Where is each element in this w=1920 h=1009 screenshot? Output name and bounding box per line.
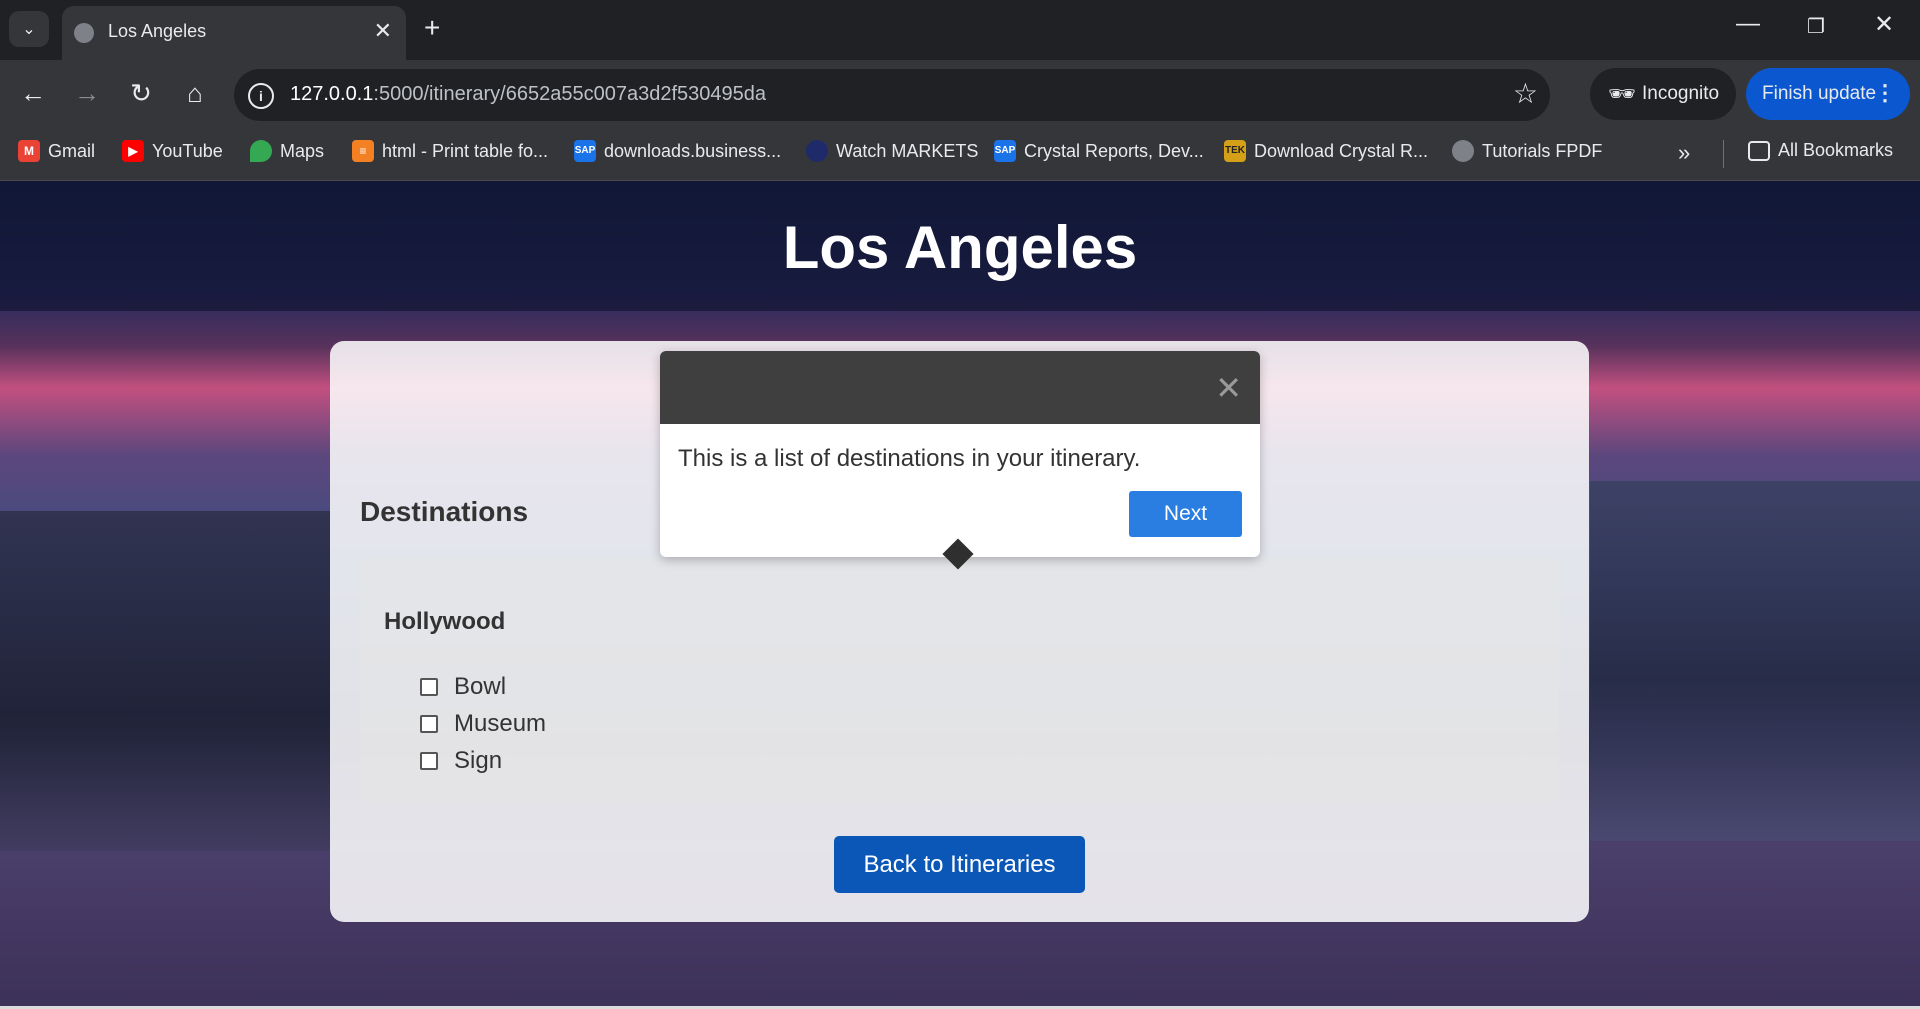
popover-text: This is a list of destinations in your i… <box>678 445 1141 472</box>
bookmark-label: Gmail <box>48 140 96 161</box>
popover-header: ✕ <box>660 351 1260 424</box>
tab-search-button[interactable]: ⌄ <box>9 11 49 47</box>
all-bookmarks-button[interactable]: All Bookmarks <box>1748 140 1893 161</box>
checkbox[interactable] <box>420 678 438 696</box>
destination-item-label: Sign <box>454 747 503 774</box>
bookmark-label: Watch MARKETS <box>836 140 979 161</box>
checkbox[interactable] <box>420 752 438 770</box>
browser-toolbar: ← → ↻ ⌂ i 127.0.0.1:5000/itinerary/6652a… <box>0 60 1920 128</box>
bookmarks-bar: M Gmail ▶ YouTube Maps ≡ html - Print table… <box>0 128 1920 181</box>
incognito-icon: 🕶 <box>1608 81 1636 106</box>
destination-item-label: Bowl <box>454 673 507 700</box>
tab-strip: ⌄ Los Angeles ✕ + — ❐ ✕ <box>0 0 1920 60</box>
site-info-icon[interactable]: i <box>248 83 274 109</box>
destination-item[interactable]: Sign <box>420 747 502 775</box>
next-button[interactable]: Next <box>1129 491 1242 537</box>
gmail-icon: M <box>18 140 40 162</box>
destination-panel: Hollywood Bowl Museum Sign <box>360 558 1559 804</box>
url-text[interactable]: 127.0.0.1:5000/itinerary/6652a55c007a3d2… <box>290 83 766 106</box>
page-viewport: Los Angeles Destinations Hollywood Bowl … <box>0 181 1920 1009</box>
back-to-itineraries-button[interactable]: Back to Itineraries <box>834 836 1085 893</box>
minimize-button[interactable]: — <box>1728 10 1768 38</box>
bookmark-gmail[interactable]: M Gmail <box>18 140 95 162</box>
home-icon[interactable]: ⌂ <box>178 78 212 109</box>
finish-update-label: Finish update <box>1762 83 1877 104</box>
sap-icon: SAP <box>994 140 1016 162</box>
bookmark-youtube[interactable]: ▶ YouTube <box>122 140 223 162</box>
checkbox[interactable] <box>420 715 438 733</box>
bookmark-stackoverflow[interactable]: ≡ html - Print table fo... <box>352 140 548 162</box>
markets-icon <box>806 140 828 162</box>
incognito-label: Incognito <box>1642 83 1720 104</box>
skyline-right-image <box>1590 481 1920 841</box>
forward-icon[interactable]: → <box>70 78 104 109</box>
bookmark-label: Crystal Reports, Dev... <box>1024 140 1204 161</box>
bookmark-crystal-reports[interactable]: SAP Crystal Reports, Dev... <box>994 140 1204 162</box>
window-close-button[interactable]: ✕ <box>1864 10 1904 39</box>
bookmark-download-crystal[interactable]: TEK Download Crystal R... <box>1224 140 1428 162</box>
bookmark-maps[interactable]: Maps <box>250 140 324 162</box>
bookmark-label: YouTube <box>152 140 223 161</box>
destination-item-label: Museum <box>454 710 547 737</box>
maps-icon <box>250 140 272 162</box>
globe-icon <box>1452 140 1474 162</box>
bookmark-star-icon[interactable]: ☆ <box>1513 77 1538 110</box>
finish-update-button[interactable]: Finish update ⋮ <box>1746 68 1910 120</box>
skyline-left-image <box>0 511 330 851</box>
restore-button[interactable]: ❐ <box>1796 14 1836 39</box>
globe-icon <box>74 23 94 43</box>
new-tab-button[interactable]: + <box>424 12 440 44</box>
tek-icon: TEK <box>1224 140 1246 162</box>
destinations-heading: Destinations <box>360 496 529 527</box>
destination-name: Hollywood <box>384 608 506 635</box>
sap-icon: SAP <box>574 140 596 162</box>
bookmark-label: Download Crystal R... <box>1254 140 1429 161</box>
bookmark-label: Tutorials FPDF <box>1482 140 1603 161</box>
back-icon[interactable]: ← <box>16 78 50 109</box>
browser-tab[interactable]: Los Angeles ✕ <box>62 6 406 60</box>
bookmark-downloads-business[interactable]: SAP downloads.business... <box>574 140 781 162</box>
address-bar[interactable]: i 127.0.0.1:5000/itinerary/6652a55c007a3… <box>234 69 1550 121</box>
all-bookmarks-label: All Bookmarks <box>1778 140 1894 160</box>
bookmarks-divider <box>1723 140 1724 168</box>
url-host: 127.0.0.1 <box>290 83 374 105</box>
bookmark-label: downloads.business... <box>604 140 782 161</box>
tour-popover: ✕ This is a list of destinations in your… <box>660 351 1260 557</box>
destination-item[interactable]: Museum <box>420 710 546 738</box>
destination-item[interactable]: Bowl <box>420 673 506 701</box>
close-icon[interactable]: ✕ <box>1215 369 1242 407</box>
incognito-badge[interactable]: 🕶 Incognito <box>1590 68 1736 120</box>
tab-title: Los Angeles <box>108 21 207 41</box>
folder-icon <box>1748 140 1770 161</box>
menu-dots-icon: ⋮ <box>1874 80 1896 105</box>
bookmark-label: Maps <box>280 140 325 161</box>
more-bookmarks-icon[interactable]: » <box>1678 140 1690 166</box>
chevron-down-icon: ⌄ <box>22 21 36 38</box>
youtube-icon: ▶ <box>122 140 144 162</box>
reload-icon[interactable]: ↻ <box>124 78 158 109</box>
page-title: Los Angeles <box>782 214 1138 281</box>
stackoverflow-icon: ≡ <box>352 140 374 162</box>
close-tab-icon[interactable]: ✕ <box>374 18 392 44</box>
bookmark-watch-markets[interactable]: Watch MARKETS <box>806 140 978 162</box>
url-path: :5000/itinerary/6652a55c007a3d2f530495da <box>373 83 766 105</box>
bookmark-label: html - Print table fo... <box>382 140 549 161</box>
bookmark-tutorials-fpdf[interactable]: Tutorials FPDF <box>1452 140 1602 162</box>
